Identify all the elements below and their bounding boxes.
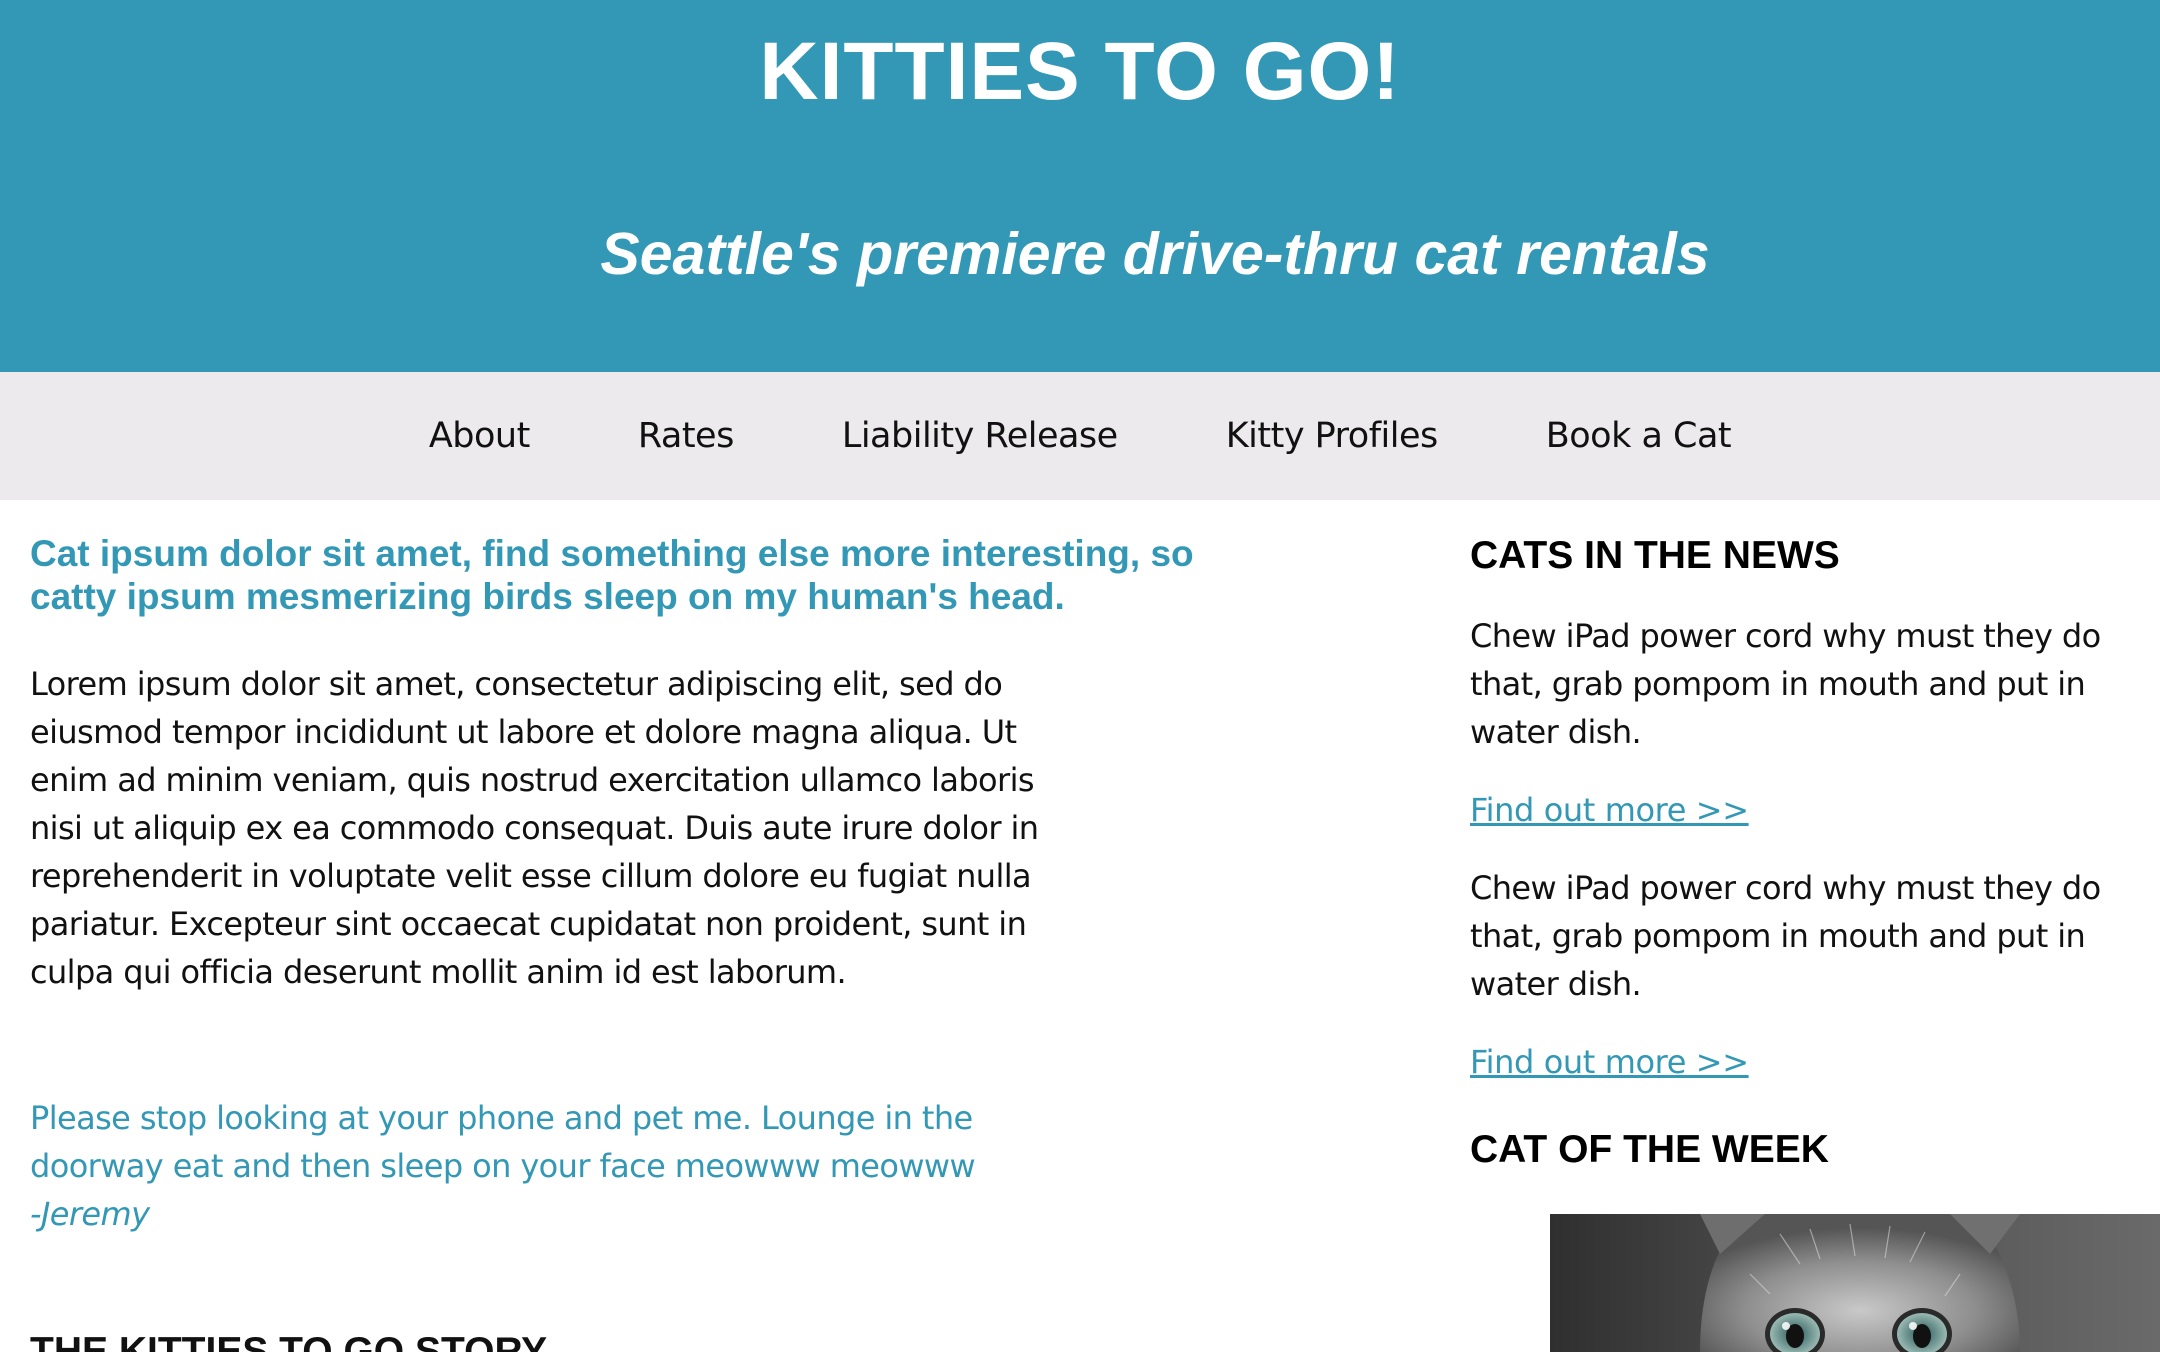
main-content: Cat ipsum dolor sit amet, find something… bbox=[30, 532, 1210, 1238]
site-tagline: Seattle's premiere drive-thru cat rental… bbox=[600, 221, 1710, 287]
nav-item-book-a-cat[interactable]: Book a Cat bbox=[1546, 416, 1732, 456]
find-out-more-link[interactable]: Find out more >> bbox=[1470, 786, 2110, 834]
news-item: Chew iPad power cord why must they do th… bbox=[1470, 864, 2110, 1086]
intro-heading: Cat ipsum dolor sit amet, find something… bbox=[30, 533, 1194, 617]
nav-item-kitty-profiles[interactable]: Kitty Profiles bbox=[1226, 416, 1439, 456]
nav-item-rates[interactable]: Rates bbox=[638, 416, 735, 456]
nav-item-liability-release[interactable]: Liability Release bbox=[842, 416, 1118, 456]
story-heading: THE KITTIES TO GO STORY bbox=[30, 1330, 548, 1352]
quote-text: Please stop looking at your phone and pe… bbox=[30, 1099, 976, 1185]
quote-author: -Jeremy bbox=[30, 1195, 150, 1233]
cat-of-the-week-heading: CAT OF THE WEEK bbox=[1470, 1128, 1829, 1171]
testimonial-quote: Please stop looking at your phone and pe… bbox=[30, 1094, 1030, 1238]
news-item: Chew iPad power cord why must they do th… bbox=[1470, 612, 2110, 834]
kitten-photo-icon bbox=[1550, 1214, 2160, 1352]
site-title: KITTIES TO GO! bbox=[759, 26, 1401, 117]
sidebar: CATS IN THE NEWS Chew iPad power cord wh… bbox=[1470, 532, 2110, 1174]
news-text: Chew iPad power cord why must they do th… bbox=[1470, 617, 2101, 751]
main-nav: About Rates Liability Release Kitty Prof… bbox=[0, 372, 2160, 500]
find-out-more-link[interactable]: Find out more >> bbox=[1470, 1038, 2110, 1086]
news-heading: CATS IN THE NEWS bbox=[1470, 534, 1840, 577]
news-text: Chew iPad power cord why must they do th… bbox=[1470, 869, 2101, 1003]
intro-paragraph: Lorem ipsum dolor sit amet, consectetur … bbox=[30, 665, 1039, 991]
nav-item-about[interactable]: About bbox=[429, 416, 530, 456]
site-header: KITTIES TO GO! Seattle's premiere drive-… bbox=[0, 0, 2160, 372]
